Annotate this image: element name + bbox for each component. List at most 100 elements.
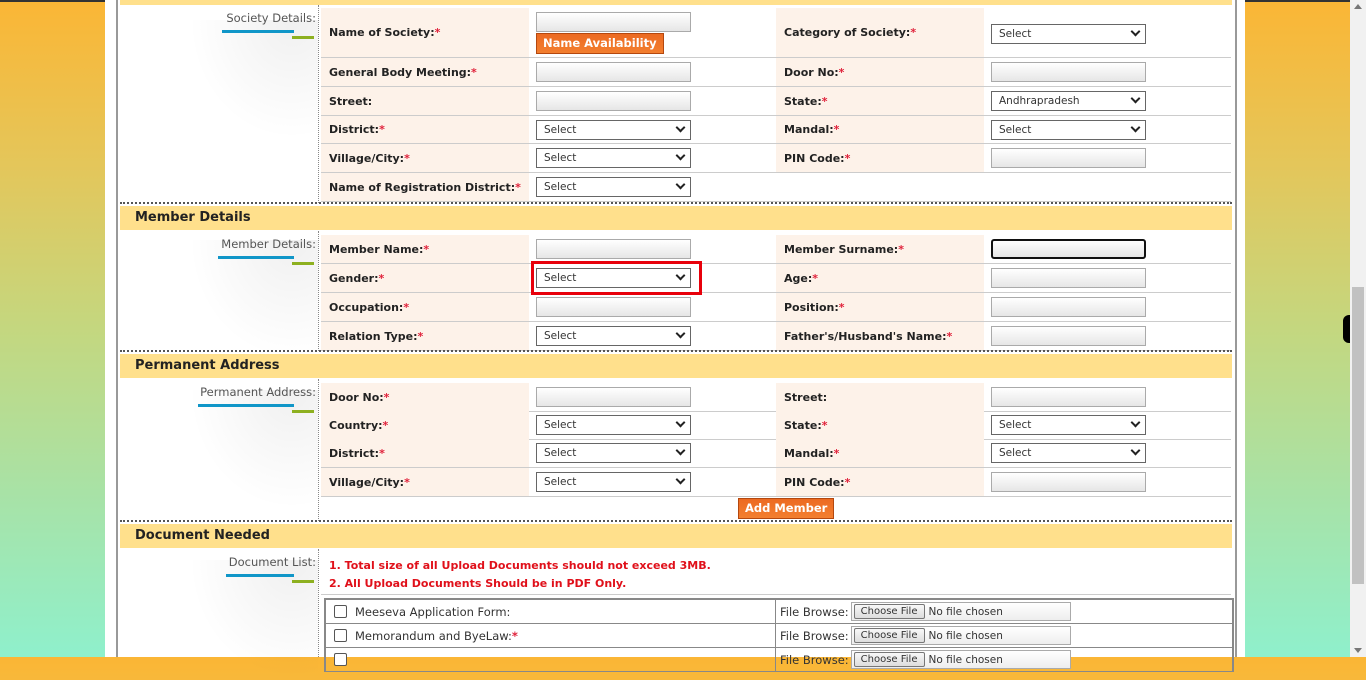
document-checkbox[interactable] bbox=[334, 653, 347, 666]
village-city-select-value: Select bbox=[544, 476, 577, 488]
file-input[interactable]: Choose File No file chosen bbox=[850, 602, 1071, 621]
required-asterisk: * bbox=[423, 242, 430, 256]
scrollbar-thumb[interactable] bbox=[1352, 287, 1364, 584]
member-surname-input[interactable] bbox=[991, 239, 1146, 259]
no-file-chosen-text: No file chosen bbox=[928, 629, 1003, 642]
required-asterisk: * bbox=[898, 242, 904, 256]
district-select[interactable]: Select bbox=[536, 443, 691, 463]
form-row: General Body Meeting: * Door No: * bbox=[321, 58, 1231, 87]
age-label-text: Age: bbox=[784, 271, 813, 285]
chevron-down-icon bbox=[675, 150, 686, 161]
file-input[interactable]: Choose File No file chosen bbox=[850, 626, 1071, 645]
name-availability-button[interactable]: Name Availability bbox=[536, 33, 664, 54]
document-name: Memorandum and ByeLaw: bbox=[355, 628, 512, 643]
document-checkbox[interactable] bbox=[334, 629, 347, 642]
street-input[interactable] bbox=[991, 387, 1146, 407]
choose-file-button[interactable]: Choose File bbox=[853, 628, 925, 643]
village-city-select[interactable]: Select bbox=[536, 472, 691, 492]
village-city-select-value: Select bbox=[544, 152, 577, 164]
position-input[interactable] bbox=[991, 297, 1146, 317]
father-s-husband-s-name-input[interactable] bbox=[991, 326, 1146, 346]
choose-file-button[interactable]: Choose File bbox=[853, 652, 925, 667]
mandal-select[interactable]: Select bbox=[991, 120, 1146, 140]
relation-type-select[interactable]: Select bbox=[536, 326, 691, 346]
pin-code-input[interactable] bbox=[991, 472, 1146, 492]
country-label: Country: * bbox=[321, 411, 529, 439]
general-body-meeting-input[interactable] bbox=[536, 62, 691, 82]
occupation-input[interactable] bbox=[536, 297, 691, 317]
position-label-text: Position: bbox=[784, 300, 839, 314]
required-asterisk: * bbox=[379, 446, 385, 460]
form-row: Relation Type: * Select Father's/Husband's … bbox=[321, 322, 1231, 351]
member-details-label: Member Details: bbox=[120, 237, 316, 265]
pin-code-label-text: PIN Code: bbox=[784, 151, 845, 165]
chevron-down-icon bbox=[675, 474, 686, 485]
label-underline-blue bbox=[226, 574, 294, 577]
no-file-chosen-text: No file chosen bbox=[928, 653, 1003, 666]
district-select-value: Select bbox=[544, 124, 577, 136]
document-row: Memorandum and ByeLaw: * File Browse: Choos… bbox=[326, 624, 1232, 648]
district-label: District: * bbox=[321, 439, 529, 467]
mandal-select[interactable]: Select bbox=[991, 443, 1146, 463]
door-no-input[interactable] bbox=[991, 62, 1146, 82]
required-asterisk: * bbox=[404, 151, 410, 165]
category-of-society-select[interactable]: Select bbox=[991, 24, 1146, 44]
state-label-text: State: bbox=[784, 418, 822, 432]
document-name-cell: Meeseva Application Form: bbox=[326, 600, 776, 623]
file-browse-label: File Browse: bbox=[780, 604, 849, 619]
relation-type-label: Relation Type: * bbox=[321, 322, 529, 350]
permanent-address-header: Permanent Address bbox=[120, 354, 1232, 378]
column-divider bbox=[318, 549, 319, 657]
add-member-button[interactable]: Add Member bbox=[738, 498, 835, 519]
member-name-input[interactable] bbox=[536, 239, 691, 259]
state-select[interactable]: Select bbox=[991, 415, 1146, 435]
choose-file-button[interactable]: Choose File bbox=[853, 604, 925, 619]
divider bbox=[321, 594, 1231, 595]
society-section-header bbox=[120, 0, 1232, 5]
required-asterisk: * bbox=[946, 329, 953, 343]
position-label: Position: * bbox=[776, 293, 984, 321]
member-details-header: Member Details bbox=[120, 206, 1232, 230]
form-row: Name of Registration District: * Select bbox=[321, 173, 1231, 202]
state-select-value: Andhrapradesh bbox=[999, 95, 1080, 107]
chevron-down-icon bbox=[1130, 26, 1141, 37]
label-underline-blue bbox=[218, 256, 294, 259]
page-scrollbar[interactable] bbox=[1350, 0, 1366, 657]
name-of-registration-district-select[interactable]: Select bbox=[536, 177, 691, 197]
document-row: File Browse: Choose File No file chosen bbox=[326, 648, 1232, 672]
document-name-cell: Memorandum and ByeLaw: * bbox=[326, 624, 776, 647]
pin-code-input[interactable] bbox=[991, 148, 1146, 168]
door-no-input[interactable] bbox=[536, 387, 691, 407]
state-select[interactable]: Andhrapradesh bbox=[991, 91, 1146, 111]
occupation-label-text: Occupation: bbox=[329, 300, 404, 314]
name-of-registration-district-label-text: Name of Registration District: bbox=[329, 180, 516, 194]
age-label: Age: * bbox=[776, 264, 984, 292]
document-row: Meeseva Application Form: File Browse: Cho… bbox=[326, 600, 1232, 624]
name-of-society-input[interactable] bbox=[536, 12, 691, 32]
country-select[interactable]: Select bbox=[536, 415, 691, 435]
street-input[interactable] bbox=[536, 91, 691, 111]
file-browse-cell: File Browse: Choose File No file chosen bbox=[780, 600, 1071, 623]
door-no-label: Door No: * bbox=[321, 383, 529, 411]
form-row: District: * Select Mandal: * Select bbox=[321, 116, 1231, 144]
required-asterisk: * bbox=[404, 475, 410, 489]
scroll-up-arrow-icon[interactable] bbox=[1354, 4, 1362, 9]
district-label-text: District: bbox=[329, 123, 380, 136]
required-asterisk: * bbox=[821, 94, 828, 108]
door-no-label-text: Door No: bbox=[329, 390, 384, 404]
required-asterisk: * bbox=[844, 151, 851, 165]
village-city-select[interactable]: Select bbox=[536, 148, 691, 168]
age-input[interactable] bbox=[991, 268, 1146, 288]
required-asterisk: * bbox=[515, 180, 521, 194]
scroll-down-arrow-icon[interactable] bbox=[1354, 648, 1362, 653]
village-city-label: Village/City: * bbox=[321, 144, 529, 172]
society-details-label-text: Society Details: bbox=[226, 11, 316, 25]
column-divider bbox=[318, 379, 319, 521]
district-select[interactable]: Select bbox=[536, 120, 691, 140]
document-checkbox[interactable] bbox=[334, 605, 347, 618]
street-label: Street: bbox=[321, 87, 529, 115]
file-input[interactable]: Choose File No file chosen bbox=[850, 650, 1071, 669]
state-label-text: State: bbox=[784, 94, 822, 108]
file-browse-cell: File Browse: Choose File No file chosen bbox=[780, 624, 1071, 647]
father-s-husband-s-name-label: Father's/Husband's Name: * bbox=[776, 322, 984, 350]
